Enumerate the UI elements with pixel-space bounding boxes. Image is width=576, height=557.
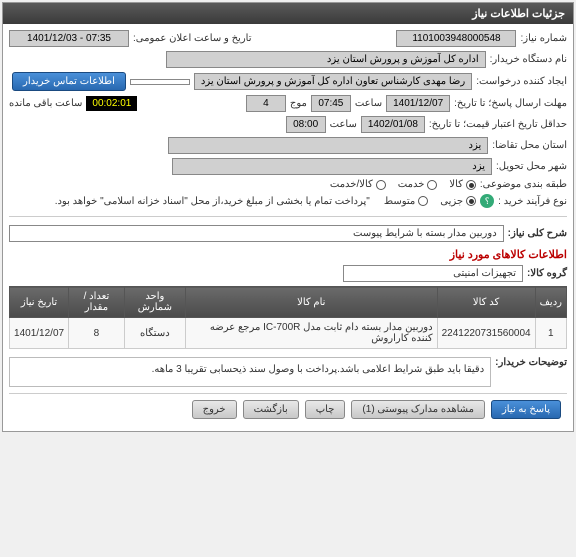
row-notes: توضیحات خریدار: دقیقا باید طبق شرایط اعل… (9, 357, 567, 387)
row-group: گروه کالا: تجهیزات امنیتی (9, 265, 567, 282)
radio-goods[interactable]: کالا (449, 179, 476, 190)
value-request-no: 1101003948000548 (396, 30, 516, 47)
contact-input[interactable] (130, 79, 190, 85)
col-unit: واحد شمارش (124, 287, 185, 318)
radio-group-subject: کالا خدمت کالا/خدمت (330, 179, 476, 190)
value-notes: دقیقا باید طبق شرایط اعلامی باشد.پرداخت … (9, 357, 491, 387)
exit-button[interactable]: خروج (192, 400, 237, 419)
cell-date: 1401/12/07 (10, 318, 69, 349)
value-province: یزد (168, 137, 488, 154)
label-group: گروه کالا: (527, 268, 567, 279)
cell-unit: دستگاه (124, 318, 185, 349)
items-table: ردیف کد کالا نام کالا واحد شمارش تعداد /… (9, 286, 567, 349)
cell-name: دوربین مدار بسته دام ثابت مدل IC-700R مر… (185, 318, 437, 349)
label-process: نوع فرآیند خرید : (498, 196, 567, 207)
value-valid-date: 1402/01/08 (361, 116, 425, 133)
label-buyer: نام دستگاه خریدار: (490, 54, 567, 65)
label-deadline: مهلت ارسال پاسخ؛ تا تاریخ: (454, 98, 567, 109)
col-date: تاریخ نیاز (10, 287, 69, 318)
col-idx: ردیف (535, 287, 566, 318)
label-valid: حداقل تاریخ اعتبار قیمت؛ تا تاریخ: (429, 119, 567, 130)
radio-group-process: جزیی متوسط (384, 196, 476, 207)
row-summary-title: شرح کلی نیاز: دوربین مدار بسته با شرایط … (9, 225, 567, 242)
value-announce: 1401/12/03 - 07:35 (9, 30, 129, 47)
items-header: اطلاعات کالاهای مورد نیاز (9, 248, 567, 261)
label-city: شهر محل تحویل: (496, 161, 567, 172)
attachments-button[interactable]: مشاهده مدارک پیوستی (1) (351, 400, 485, 419)
col-code: کد کالا (437, 287, 535, 318)
value-city: یزد (172, 158, 492, 175)
panel-body: شماره نیاز: 1101003948000548 تاریخ و ساع… (3, 24, 573, 431)
print-button[interactable]: چاپ (305, 400, 346, 419)
row-request-no: شماره نیاز: 1101003948000548 تاریخ و ساع… (9, 30, 567, 47)
cell-qty: 8 (69, 318, 125, 349)
row-process: نوع فرآیند خرید : ؟ جزیی متوسط "پرداخت ت… (9, 194, 567, 208)
col-qty: تعداد / مقدار (69, 287, 125, 318)
back-button[interactable]: بازگشت (243, 400, 299, 419)
label-time-2: ساعت (330, 119, 357, 130)
label-summary: شرح کلی نیاز: (508, 228, 567, 239)
row-subject: طبقه بندی موضوعی: کالا خدمت کالا/خدمت (9, 179, 567, 190)
radio-dot-icon (418, 196, 428, 206)
col-name: نام کالا (185, 287, 437, 318)
value-deadline-date: 1401/12/07 (386, 95, 450, 112)
row-creator: ایجاد کننده درخواست: رضا مهدی کارشناس تع… (9, 72, 567, 91)
label-request-no: شماره نیاز: (520, 33, 567, 44)
main-panel: جزئیات اطلاعات نیاز شماره نیاز: 11010039… (2, 2, 574, 432)
row-city: شهر محل تحویل: یزد (9, 158, 567, 175)
help-icon[interactable]: ؟ (480, 194, 494, 208)
label-creator: ایجاد کننده درخواست: (476, 76, 567, 87)
table-header-row: ردیف کد کالا نام کالا واحد شمارش تعداد /… (10, 287, 567, 318)
panel-header: جزئیات اطلاعات نیاز (3, 3, 573, 24)
reply-button[interactable]: پاسخ به نیاز (491, 400, 561, 419)
cell-code: 2241220731560004 (437, 318, 535, 349)
label-subject: طبقه بندی موضوعی: (480, 179, 567, 190)
radio-small[interactable]: جزیی (440, 196, 476, 207)
contact-button[interactable]: اطلاعات تماس خریدار (12, 72, 126, 91)
radio-dot-icon (376, 180, 386, 190)
row-deadline: مهلت ارسال پاسخ؛ تا تاریخ: 1401/12/07 سا… (9, 95, 567, 112)
row-province: استان محل تقاضا: یزد (9, 137, 567, 154)
label-notes: توضیحات خریدار: (495, 357, 567, 368)
radio-dot-icon (466, 196, 476, 206)
panel-title: جزئیات اطلاعات نیاز (472, 8, 565, 20)
value-valid-time: 08:00 (286, 116, 326, 133)
radio-dot-icon (427, 180, 437, 190)
value-creator: رضا مهدی کارشناس تعاون اداره کل آموزش و … (194, 73, 472, 90)
label-remaining: ساعت باقی مانده (9, 98, 82, 109)
value-deadline-time: 07:45 (311, 95, 351, 112)
row-valid: حداقل تاریخ اعتبار قیمت؛ تا تاریخ: 1402/… (9, 116, 567, 133)
radio-mid[interactable]: متوسط (384, 196, 428, 207)
label-time-1: ساعت (355, 98, 382, 109)
radio-both[interactable]: کالا/خدمت (330, 179, 386, 190)
process-note: "پرداخت تمام یا بخشی از مبلغ خرید،از محل… (55, 196, 370, 207)
radio-service[interactable]: خدمت (398, 179, 438, 190)
label-ext: موج (290, 98, 307, 109)
label-province: استان محل تقاضا: (492, 140, 567, 151)
row-buyer: نام دستگاه خریدار: اداره کل آموزش و پرور… (9, 51, 567, 68)
value-remaining: 00:02:01 (86, 96, 137, 111)
value-summary: دوربین مدار بسته با شرایط پیوست (9, 225, 504, 242)
value-ext: 4 (246, 95, 286, 112)
value-buyer: اداره کل آموزش و پرورش استان یزد (166, 51, 486, 68)
label-announce: تاریخ و ساعت اعلان عمومی: (133, 33, 252, 44)
radio-dot-icon (466, 180, 476, 190)
value-group: تجهیزات امنیتی (343, 265, 523, 282)
table-row[interactable]: 1 2241220731560004 دوربین مدار بسته دام … (10, 318, 567, 349)
cell-idx: 1 (535, 318, 566, 349)
toolbar: پاسخ به نیاز مشاهده مدارک پیوستی (1) چاپ… (9, 393, 567, 425)
